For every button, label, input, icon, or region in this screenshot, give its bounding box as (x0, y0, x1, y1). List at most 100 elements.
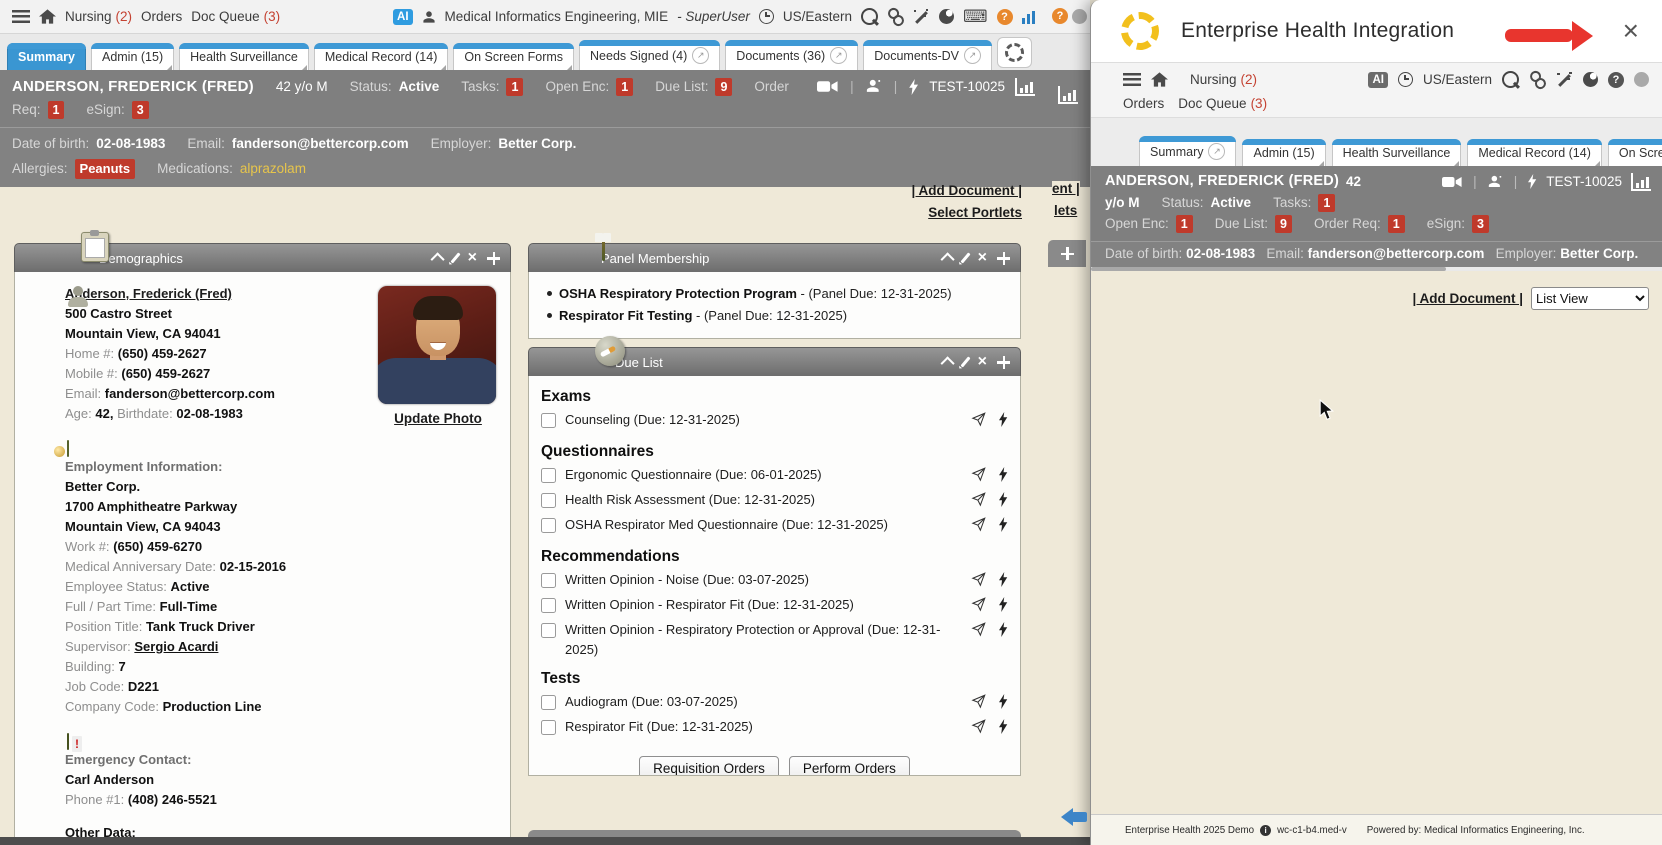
lightning-icon[interactable] (999, 492, 1008, 513)
quick-action-icon[interactable] (1528, 174, 1537, 189)
home-icon[interactable] (39, 9, 56, 24)
order-req-badge[interactable]: 1 (1388, 215, 1405, 233)
tab-on-screen-forms[interactable]: On Screen Forms (1608, 139, 1662, 166)
allergy-badge[interactable]: Peanuts (75, 159, 136, 179)
tab-summary[interactable]: Summary (7, 43, 86, 70)
move-icon[interactable] (997, 356, 1010, 369)
close-icon[interactable]: × (978, 354, 987, 370)
add-document-link[interactable]: | Add Document | (1412, 291, 1523, 306)
open-enc-badge[interactable]: 1 (1176, 215, 1193, 233)
portlet-header[interactable]: Due List × (528, 347, 1021, 376)
collapse-icon[interactable] (941, 356, 955, 370)
close-icon[interactable]: × (978, 250, 987, 266)
globe-icon[interactable] (1583, 72, 1598, 87)
nav-orders[interactable]: Orders (141, 9, 182, 24)
lightning-icon[interactable] (999, 572, 1008, 593)
perform-orders-button[interactable]: Perform Orders (789, 756, 910, 776)
select-portlets-link[interactable]: Select Portlets (928, 205, 1022, 220)
quick-action-icon[interactable] (909, 79, 919, 95)
checkbox[interactable] (541, 695, 556, 710)
checkbox[interactable] (541, 598, 556, 613)
send-icon[interactable] (971, 412, 986, 433)
send-icon[interactable] (971, 572, 986, 593)
timezone-label[interactable]: US/Eastern (1423, 72, 1492, 87)
tab-summary[interactable]: Summary↗ (1139, 136, 1236, 166)
close-icon[interactable]: × (1619, 17, 1643, 45)
timezone-label[interactable]: US/Eastern (783, 9, 852, 24)
checkbox[interactable] (541, 518, 556, 533)
nav-orders[interactable]: Orders (1123, 96, 1164, 111)
search-icon[interactable] (1502, 71, 1519, 88)
esign-badge[interactable]: 3 (1472, 215, 1489, 233)
edit-icon[interactable] (451, 252, 461, 263)
video-call-icon[interactable] (817, 80, 838, 93)
tab-admin[interactable]: Admin (15) (91, 43, 174, 70)
tab-medical-record[interactable]: Medical Record (14) (314, 43, 449, 70)
lightning-icon[interactable] (999, 597, 1008, 618)
checkbox[interactable] (541, 413, 556, 428)
link-icon[interactable] (885, 6, 907, 27)
view-select[interactable]: List View (1531, 287, 1649, 310)
chart-icon[interactable] (1015, 78, 1035, 96)
tab-documents[interactable]: Documents (36)↗ (725, 40, 858, 70)
lightning-icon[interactable] (999, 694, 1008, 715)
wand-icon[interactable] (914, 9, 930, 25)
menu-icon[interactable] (12, 10, 30, 23)
patient-name[interactable]: ANDERSON, FREDERICK (FRED) (12, 75, 254, 98)
wand-icon[interactable] (1557, 72, 1573, 88)
help-icon[interactable]: ? (1608, 72, 1624, 88)
portlet-header[interactable]: Panel Membership × (528, 243, 1021, 272)
order-req-badge[interactable]: 1 (48, 101, 65, 119)
help-icon[interactable]: ? (997, 9, 1013, 25)
tab-on-screen-forms[interactable]: On Screen Forms (453, 43, 574, 70)
search-icon[interactable] (861, 8, 878, 25)
chart-id[interactable]: TEST-10025 (1546, 171, 1622, 192)
lightning-icon[interactable] (999, 517, 1008, 538)
lightning-icon[interactable] (999, 412, 1008, 433)
popout-icon[interactable]: ↗ (964, 47, 981, 64)
tab-health-surveillance[interactable]: Health Surveillance (179, 43, 309, 70)
patient-name-link[interactable]: Anderson, Frederick (Fred) (65, 286, 232, 301)
nav-nursing[interactable]: Nursing(2) (1190, 72, 1257, 87)
tab-medical-record[interactable]: Medical Record (14) (1467, 139, 1602, 166)
send-icon[interactable] (971, 517, 986, 538)
dashboard-icon[interactable] (1022, 10, 1036, 24)
video-call-icon[interactable] (1442, 176, 1462, 188)
tab-settings-button[interactable] (997, 37, 1032, 68)
send-icon[interactable] (971, 467, 986, 488)
move-icon[interactable] (997, 252, 1010, 265)
ai-badge[interactable]: AI (393, 9, 413, 25)
add-user-icon[interactable] (1488, 175, 1503, 189)
collapse-icon[interactable] (941, 252, 955, 266)
home-icon[interactable] (1151, 72, 1168, 87)
lightning-icon[interactable] (999, 719, 1008, 740)
chart-id[interactable]: TEST-10025 (929, 75, 1005, 98)
portlet-header[interactable]: Demographics × (14, 243, 511, 272)
checkbox[interactable] (541, 573, 556, 588)
patient-name[interactable]: ANDERSON, FREDERICK (FRED) (1105, 171, 1339, 192)
send-icon[interactable] (971, 492, 986, 513)
supervisor-link[interactable]: Sergio Acardi (134, 639, 218, 654)
tasks-badge[interactable]: 1 (506, 78, 523, 96)
nav-doc-queue[interactable]: Doc Queue(3) (191, 9, 280, 24)
open-enc-badge[interactable]: 1 (616, 78, 633, 96)
medication-link[interactable]: alprazolam (240, 156, 306, 181)
close-icon[interactable]: × (468, 250, 477, 266)
edit-icon[interactable] (961, 252, 971, 263)
tab-health-surveillance[interactable]: Health Surveillance (1332, 139, 1462, 166)
collapse-icon[interactable] (431, 252, 445, 266)
ai-badge[interactable]: AI (1368, 72, 1388, 88)
send-icon[interactable] (971, 719, 986, 740)
lightning-icon[interactable] (999, 622, 1008, 643)
requisition-orders-button[interactable]: Requisition Orders (639, 756, 779, 776)
tab-needs-signed[interactable]: Needs Signed (4)↗ (579, 40, 720, 70)
lightning-icon[interactable] (999, 467, 1008, 488)
nav-doc-queue[interactable]: Doc Queue(3) (1178, 96, 1267, 111)
menu-icon[interactable] (1123, 73, 1141, 86)
tasks-badge[interactable]: 1 (1318, 194, 1335, 212)
due-list-badge[interactable]: 9 (715, 78, 732, 96)
info-icon[interactable]: i (1260, 825, 1271, 836)
link-icon[interactable] (1527, 69, 1549, 90)
collapse-panel-arrow[interactable] (1072, 812, 1087, 822)
edit-icon[interactable] (961, 356, 971, 367)
